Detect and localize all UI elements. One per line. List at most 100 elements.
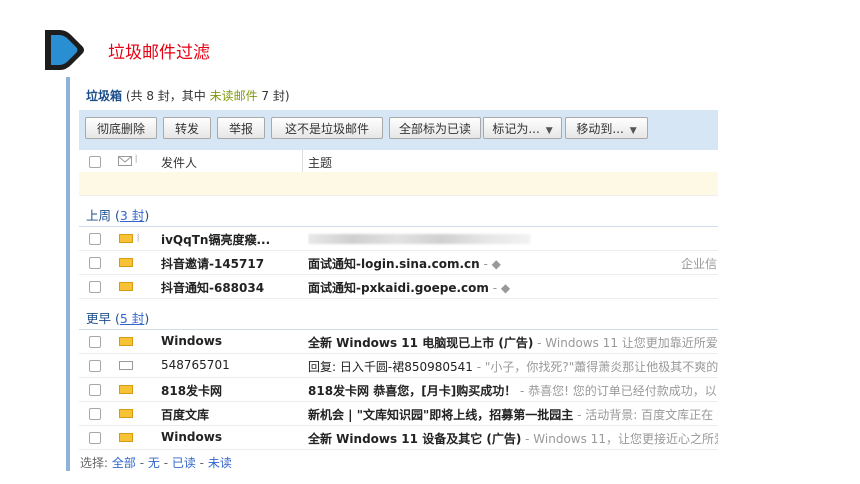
- mail-row[interactable]: Windows 全新 Windows 11 电脑现已上市 (广告) - Wind…: [79, 330, 718, 354]
- folder-count-prefix: (共 8 封，其中: [122, 89, 210, 103]
- envelope-icon: [119, 258, 133, 267]
- row-checkbox[interactable]: [89, 360, 101, 372]
- sender: 抖音邀请-145717: [161, 257, 265, 271]
- blurred-subject: [308, 234, 530, 244]
- unread-mail-link[interactable]: 未读邮件: [210, 89, 258, 103]
- group-label: 更早: [86, 311, 112, 326]
- envelope-icon: [119, 282, 133, 291]
- envelope-icon: [119, 337, 133, 346]
- subject-text: 818发卡网 恭喜您，[月卡]购买成功！: [308, 384, 517, 398]
- selection-footer: 选择: 全部 - 无 - 已读 - 未读: [80, 454, 232, 471]
- row-checkbox[interactable]: [89, 257, 101, 269]
- envelope-icon: [119, 433, 133, 442]
- toolbar: 彻底删除 转发 举报 这不是垃圾邮件 全部标为已读 标记为... ▼ 移动到...…: [79, 110, 718, 150]
- mail-frame: 垃圾箱 (共 8 封，其中 未读邮件 7 封) 彻底删除 转发 举报 这不是垃圾…: [66, 77, 718, 471]
- subject-preview: - ◆: [488, 281, 511, 295]
- envelope-icon: [119, 234, 133, 243]
- row-checkbox[interactable]: [89, 384, 101, 396]
- mail-row[interactable]: 818发卡网 818发卡网 恭喜您，[月卡]购买成功！ - 恭喜您! 您的订单已…: [79, 378, 718, 402]
- mail-row[interactable]: ⦚ ivQqTn镉亮度瘊...: [79, 227, 718, 251]
- sender: 548765701: [161, 358, 230, 372]
- subject-column-header[interactable]: 主题: [308, 154, 332, 171]
- folder-header: 垃圾箱 (共 8 封，其中 未读邮件 7 封): [86, 87, 290, 104]
- separator: -: [195, 456, 208, 470]
- row-checkbox[interactable]: [89, 281, 101, 293]
- subject-preview: - Windows 11，让您更接近心之所爱: [521, 432, 718, 446]
- sender: ivQqTn镉亮度瘊...: [161, 233, 271, 247]
- mail-row[interactable]: 548765701 回复: 日入千圆-裙850980541 - "小子，你找死?…: [79, 354, 718, 378]
- mark-as-dropdown[interactable]: 标记为... ▼: [483, 117, 562, 139]
- select-none-link[interactable]: 无: [148, 456, 160, 470]
- group-last-week: 上周 (3 封): [86, 208, 150, 223]
- subject: [308, 231, 718, 247]
- mark-as-label: 标记为...: [492, 122, 540, 136]
- subject: 回复: 日入千圆-裙850980541 - "小子，你找死?"蕭得萧炎那让他极其…: [308, 358, 718, 375]
- subject-text: 新机会 | "文库知识园"即将上线，招募第一批园主: [308, 408, 574, 422]
- row-checkbox[interactable]: [89, 233, 101, 245]
- mail-row[interactable]: 百度文库 新机会 | "文库知识园"即将上线，招募第一批园主 - 活动背景: 百…: [79, 402, 718, 426]
- subject-preview: - ◆: [479, 257, 501, 271]
- row-checkbox[interactable]: [89, 336, 101, 348]
- attachment-icon[interactable]: ⦚: [135, 153, 137, 167]
- subject-text: 回复: 日入千圆-裙850980541: [308, 360, 473, 374]
- subject-text: 面试通知-login.sina.com.cn: [308, 257, 480, 271]
- subject: 全新 Windows 11 电脑现已上市 (广告) - Windows 11 让…: [308, 334, 718, 351]
- group-count-link[interactable]: 5 封: [120, 311, 144, 326]
- select-unread-link[interactable]: 未读: [208, 456, 232, 470]
- subject-text: 面试通知-pxkaidi.goepe.com: [308, 281, 489, 295]
- move-to-label: 移动到...: [576, 122, 624, 136]
- mail-row[interactable]: Windows 全新 Windows 11 设备及其它 (广告) - Windo…: [79, 426, 718, 450]
- attachment-icon: ⦚: [137, 232, 140, 245]
- envelope-icon[interactable]: [118, 156, 132, 166]
- row-checkbox[interactable]: [89, 432, 101, 444]
- sender: Windows: [161, 430, 222, 444]
- separator: -: [159, 456, 172, 470]
- subject-text: 全新 Windows 11 设备及其它 (广告): [308, 432, 522, 446]
- mail-row[interactable]: 抖音邀请-145717 面试通知-login.sina.com.cn - ◆ 企…: [79, 251, 718, 275]
- play-logo-icon: [45, 30, 84, 70]
- sender: 818发卡网: [161, 384, 223, 398]
- select-label: 选择:: [80, 456, 109, 470]
- not-spam-button[interactable]: 这不是垃圾邮件: [271, 117, 383, 139]
- mark-all-read-button[interactable]: 全部标为已读: [389, 117, 481, 139]
- subject: 全新 Windows 11 设备及其它 (广告) - Windows 11，让您…: [308, 430, 718, 447]
- subject-preview: - "小子，你找死?"蕭得萧炎那让他极其不爽的: [472, 360, 718, 374]
- forward-button[interactable]: 转发: [163, 117, 211, 139]
- sender-column-header[interactable]: 发件人: [161, 154, 197, 171]
- subject-preview: - 活动背景: 百度文库正在: [573, 408, 714, 422]
- subject: 面试通知-pxkaidi.goepe.com - ◆: [308, 279, 718, 296]
- column-header: ⦚ 发件人 主题: [79, 150, 718, 173]
- chevron-down-icon: ▼: [545, 126, 553, 136]
- row-checkbox[interactable]: [89, 408, 101, 420]
- mail-tag: 企业信: [681, 257, 718, 271]
- move-to-dropdown[interactable]: 移动到... ▼: [565, 117, 648, 139]
- sender: 百度文库: [161, 408, 210, 422]
- group-label: 上周: [86, 208, 112, 223]
- group-count-link[interactable]: 3 封: [120, 208, 144, 223]
- group-earlier: 更早 (5 封): [86, 311, 150, 326]
- envelope-icon: [119, 385, 133, 394]
- mail-row[interactable]: 抖音通知-688034 面试通知-pxkaidi.goepe.com - ◆: [79, 275, 718, 299]
- separator: -: [135, 456, 148, 470]
- sender: Windows: [161, 334, 222, 348]
- subject-preview: - 恭喜您! 您的订单已经付款成功，以: [516, 384, 717, 398]
- subject-preview: - Windows 11 让您更加靠近所爱: [533, 336, 718, 350]
- chevron-down-icon: ▼: [629, 126, 637, 136]
- notice-bar: [79, 172, 718, 196]
- envelope-icon: [119, 409, 133, 418]
- subject: 818发卡网 恭喜您，[月卡]购买成功！ - 恭喜您! 您的订单已经付款成功，以: [308, 382, 718, 399]
- select-all-link[interactable]: 全部: [112, 456, 136, 470]
- sender: 抖音通知-688034: [161, 281, 265, 295]
- page-title: 垃圾邮件过滤: [108, 43, 210, 63]
- select-read-link[interactable]: 已读: [172, 456, 196, 470]
- column-divider: [302, 150, 303, 172]
- subject: 新机会 | "文库知识园"即将上线，招募第一批园主 - 活动背景: 百度文库正在: [308, 406, 718, 423]
- delete-permanently-button[interactable]: 彻底删除: [85, 117, 157, 139]
- open-envelope-icon: [119, 361, 133, 370]
- subject: 面试通知-login.sina.com.cn - ◆: [308, 255, 678, 272]
- report-button[interactable]: 举报: [217, 117, 265, 139]
- subject-text: 全新 Windows 11 电脑现已上市 (广告): [308, 336, 534, 350]
- select-all-checkbox[interactable]: [89, 156, 101, 168]
- folder-name: 垃圾箱: [86, 89, 123, 103]
- folder-count-suffix: 7 封): [257, 89, 290, 103]
